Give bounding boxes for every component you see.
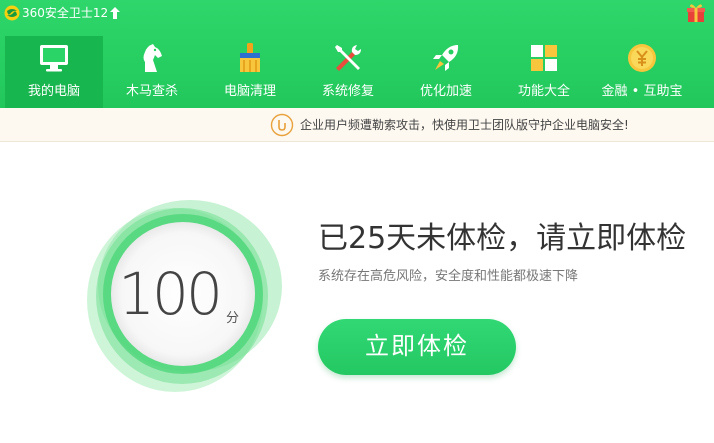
title-bar: 360安全卫士12: [0, 0, 714, 26]
nav-label: 我的电脑: [27, 84, 80, 99]
nav-item-speedup[interactable]: 优化加速: [397, 36, 495, 108]
shield-alert-icon: [270, 113, 294, 137]
horse-icon: [143, 44, 162, 72]
nav-item-cleanup[interactable]: 电脑清理: [201, 36, 299, 108]
nav-item-trojan-scan[interactable]: 木马查杀: [103, 36, 201, 108]
gift-icon[interactable]: [685, 2, 707, 24]
nav-label: 木马查杀: [125, 84, 178, 99]
risk-subtitle: 系统存在高危风险，安全度和性能都极速下降: [318, 269, 579, 284]
nav-item-all-features[interactable]: 功能大全: [495, 36, 593, 108]
app-title: 360安全卫士12: [22, 6, 109, 20]
checkup-headline: 已25天未体检，请立即体检: [318, 221, 687, 256]
broom-icon: [240, 43, 260, 72]
360-logo-icon: [4, 5, 20, 21]
header: 360安全卫士12 我的电脑 木马查杀 电脑清理 系统修复 优化加速 功能大全 …: [0, 0, 714, 108]
nav-label: 金融 • 互助宝: [601, 84, 683, 99]
start-checkup-button[interactable]: 立即体检: [318, 319, 516, 375]
notice-bar[interactable]: 企业用户频遭勒索攻击，快使用卫士团队版守护企业电脑安全!: [0, 108, 714, 142]
coin-icon: [628, 44, 656, 72]
nav-label: 电脑清理: [223, 84, 276, 99]
main-nav: 我的电脑 木马查杀 电脑清理 系统修复 优化加速 功能大全 金融 • 互助宝: [5, 36, 705, 108]
safety-score: 100: [118, 260, 223, 328]
nav-item-my-computer[interactable]: 我的电脑: [5, 36, 103, 108]
notice-text[interactable]: 企业用户频遭勒索攻击，快使用卫士团队版守护企业电脑安全!: [300, 117, 629, 133]
nav-label: 优化加速: [419, 84, 472, 99]
upgrade-arrow-icon[interactable]: [110, 7, 120, 19]
score-unit: 分: [226, 311, 240, 326]
grid-icon: [531, 45, 557, 71]
nav-label: 功能大全: [517, 84, 570, 99]
rocket-icon: [433, 45, 459, 71]
nav-label: 系统修复: [321, 84, 374, 99]
nav-item-finance[interactable]: 金融 • 互助宝: [593, 36, 691, 108]
nav-item-system-repair[interactable]: 系统修复: [299, 36, 397, 108]
tools-icon: [335, 45, 361, 71]
monitor-icon: [40, 45, 68, 72]
